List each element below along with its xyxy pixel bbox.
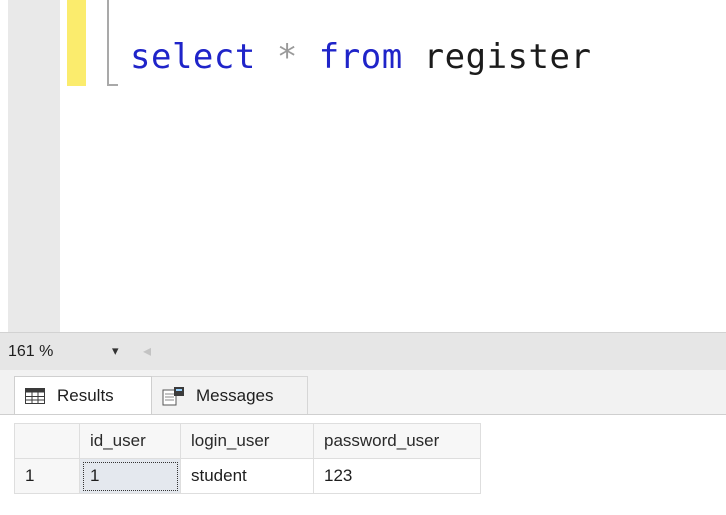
results-grid: id_user login_user password_user 1 1 stu… (14, 423, 481, 494)
zoom-level[interactable]: 161 % (8, 343, 53, 361)
editor-status-bar: 161 % ▾ ◂ (0, 332, 726, 371)
grid-icon (25, 387, 45, 404)
row-number-header[interactable] (14, 423, 80, 459)
zoom-dropdown-icon[interactable]: ▾ (112, 343, 119, 359)
outline-collapse-line (107, 0, 109, 86)
change-indicator-bar (67, 0, 86, 86)
table-cell-selected[interactable]: 1 (79, 458, 181, 494)
sql-keyword-select: select (130, 37, 256, 77)
column-header[interactable]: id_user (79, 423, 181, 459)
query-editor[interactable]: select * from register (0, 0, 726, 332)
table-row: 1 1 student 123 (14, 458, 481, 494)
column-header[interactable]: password_user (313, 423, 481, 459)
column-header[interactable]: login_user (180, 423, 314, 459)
code-line-1[interactable]: select * from register (130, 32, 591, 82)
tab-results-label: Results (57, 385, 114, 405)
row-number[interactable]: 1 (14, 458, 80, 494)
editor-gutter (8, 0, 60, 332)
scroll-left-arrow-icon[interactable]: ◂ (143, 341, 151, 361)
results-pane: id_user login_user password_user 1 1 stu… (0, 414, 726, 515)
tab-messages-label: Messages (196, 385, 274, 405)
sql-operator-star: * (276, 37, 298, 77)
sql-keyword-from: from (318, 37, 403, 77)
messages-icon (162, 386, 186, 406)
grid-header-row: id_user login_user password_user (14, 423, 481, 459)
result-tabs: Results Messages (0, 370, 726, 414)
tab-results[interactable]: Results (14, 376, 152, 414)
outline-collapse-tick (107, 84, 118, 86)
table-cell[interactable]: student (180, 458, 314, 494)
sql-table-name: register (423, 37, 592, 77)
table-cell[interactable]: 123 (313, 458, 481, 494)
tab-messages[interactable]: Messages (152, 376, 308, 414)
